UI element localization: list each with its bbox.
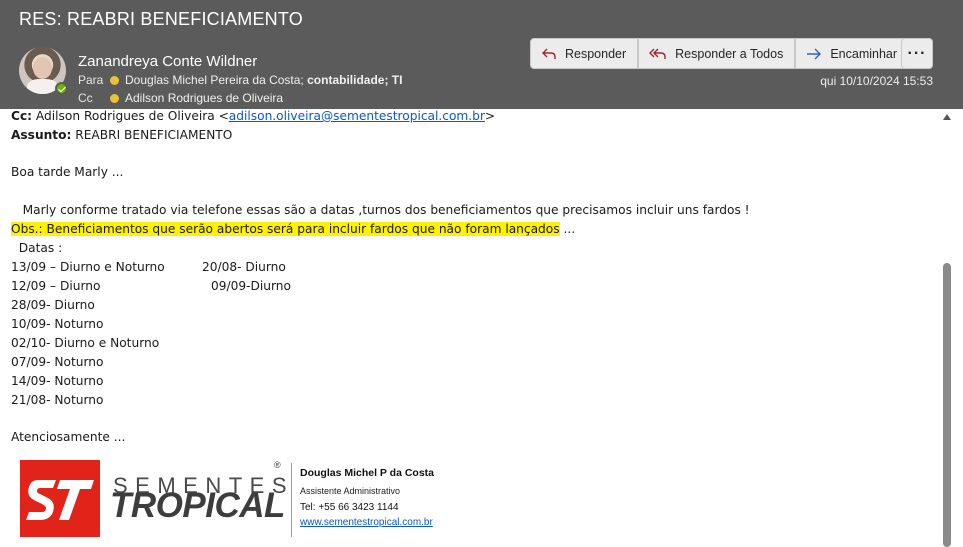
signature-name: Douglas Michel P da Costa: [300, 467, 435, 479]
greeting: Boa tarde Marly ...: [11, 165, 124, 179]
date-item: 14/09- Noturno: [11, 374, 104, 388]
presence-away-icon: [110, 93, 119, 103]
sender-name[interactable]: Zanandreya Conte Wildner: [78, 53, 257, 70]
date-item: 10/09- Noturno: [11, 317, 104, 331]
cc-row: Cc Adilson Rodrigues de Oliveira: [78, 91, 283, 105]
brand-wordmark-bottom: TROPICAL: [110, 486, 285, 525]
closing: Atenciosamente ...: [11, 430, 126, 444]
quoted-cc-name: Adilson Rodrigues de Oliveira <: [35, 109, 229, 123]
date-item: 21/08- Noturno: [11, 393, 104, 407]
quoted-cc-line: Cc: Adilson Rodrigues de Oliveira <adils…: [11, 109, 495, 123]
date-item-right: 09/09-Diurno: [211, 279, 291, 293]
reply-all-icon: [649, 48, 666, 59]
reply-label: Responder: [565, 46, 627, 61]
message-header: RES: REABRI BENEFICIAMENTO Zanandreya Co…: [0, 0, 963, 109]
forward-icon: [807, 48, 822, 59]
date-item: 02/10- Diurno e Noturno: [11, 336, 160, 350]
quoted-subject-label: Assunto:: [11, 128, 72, 142]
more-actions-button[interactable]: ···: [901, 38, 933, 69]
body-paragraph: Marly conforme tratado via telefone essa…: [11, 203, 750, 217]
to-label: Para: [78, 73, 104, 87]
avatar-face: [33, 57, 52, 79]
presence-away-icon: [110, 75, 119, 85]
reply-button[interactable]: Responder: [530, 38, 639, 69]
to-recipients[interactable]: Douglas Michel Pereira da Costa;: [125, 73, 304, 87]
cc-label: Cc: [78, 91, 93, 105]
obs-line: Obs.: Beneficiamentos que serão abertos …: [11, 222, 575, 236]
date-item: 12/09 – Diurno: [11, 279, 101, 293]
date-item: 28/09- Diurno: [11, 298, 95, 312]
to-row: Para Douglas Michel Pereira da Costa; co…: [78, 73, 402, 87]
sent-date: qui 10/10/2024 15:53: [820, 74, 933, 88]
signature-website-link[interactable]: www.sementestropical.com.br: [300, 517, 433, 528]
reply-icon: [542, 48, 556, 59]
reply-actions: Responder Responder a Todos Encaminhar: [530, 38, 910, 69]
scrollbar-thumb[interactable]: [943, 263, 951, 547]
reply-all-button[interactable]: Responder a Todos: [638, 38, 796, 69]
presence-available-icon: [55, 82, 68, 95]
signature-phone: Tel: +55 66 3423 1144: [300, 502, 399, 513]
forward-label: Encaminhar: [830, 46, 898, 61]
date-item: 07/09- Noturno: [11, 355, 104, 369]
dates-title: Datas :: [11, 241, 63, 255]
signature-divider: [291, 463, 292, 537]
signature-role: Assistente Administrativo: [300, 486, 401, 496]
cc-recipients[interactable]: Adilson Rodrigues de Oliveira: [125, 91, 283, 105]
quoted-subject-value: REABRI BENEFICIAMENTO: [75, 128, 233, 142]
forward-button[interactable]: Encaminhar: [795, 38, 910, 69]
scroll-up-arrow-icon[interactable]: [943, 114, 951, 120]
registered-mark: ®: [274, 460, 281, 470]
cc-email-link[interactable]: adilson.oliveira@sementestropical.com.br: [229, 109, 485, 123]
sementes-tropical-logo: [20, 460, 100, 537]
st-logo-mark: [26, 480, 94, 520]
quoted-cc-close: >: [484, 109, 496, 123]
date-item-right: 20/08- Diurno: [202, 260, 286, 274]
date-item: 13/09 – Diurno e Noturno: [11, 260, 165, 274]
vertical-scrollbar[interactable]: [940, 109, 954, 547]
reply-all-label: Responder a Todos: [675, 46, 784, 61]
obs-highlight: Obs.: Beneficiamentos que serão abertos …: [11, 222, 560, 236]
quoted-subject-line: Assunto: REABRI BENEFICIAMENTO: [11, 128, 232, 142]
avatar-body: [27, 79, 58, 94]
obs-tail: ...: [559, 222, 576, 236]
email-subject: RES: REABRI BENEFICIAMENTO: [19, 9, 303, 29]
to-recipients-groups[interactable]: contabilidade; TI: [307, 73, 402, 87]
quoted-cc-label: Cc:: [11, 109, 33, 123]
